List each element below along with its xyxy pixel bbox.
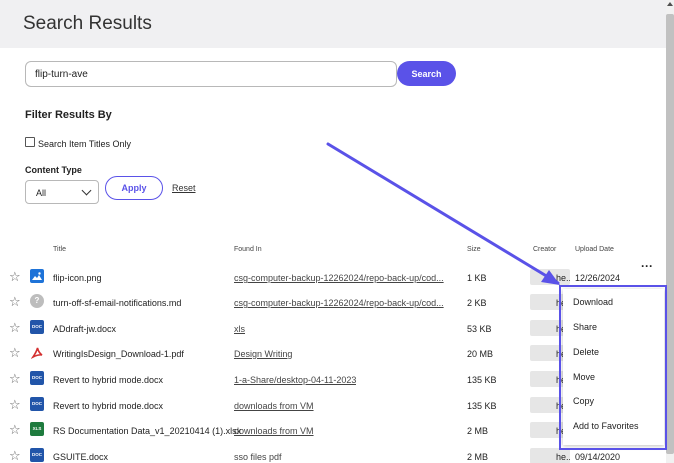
- row-found-in-link[interactable]: 1-a-Share/desktop-04-11-2023: [234, 375, 356, 385]
- word-doc-icon: DOC: [30, 448, 44, 462]
- row-size: 53 KB: [467, 324, 492, 334]
- menu-highlight-box: [559, 285, 667, 450]
- markdown-file-icon: ?: [30, 294, 44, 308]
- column-header-size[interactable]: Size: [467, 246, 481, 253]
- row-title[interactable]: flip-icon.png: [53, 273, 102, 283]
- word-doc-icon: DOC: [30, 397, 44, 411]
- row-size: 2 KB: [467, 298, 487, 308]
- row-found-in-link[interactable]: Design Writing: [234, 349, 292, 359]
- search-input[interactable]: [25, 61, 397, 87]
- star-icon[interactable]: ☆: [9, 270, 21, 283]
- search-button[interactable]: Search: [397, 61, 456, 86]
- column-header-title[interactable]: Title: [53, 246, 66, 253]
- titles-only-label[interactable]: Search Item Titles Only: [38, 139, 131, 149]
- row-size: 135 KB: [467, 401, 497, 411]
- image-file-icon: [30, 269, 44, 283]
- row-title[interactable]: Revert to hybrid mode.docx: [53, 401, 163, 411]
- content-type-select[interactable]: All: [25, 180, 99, 204]
- titles-only-checkbox[interactable]: [25, 137, 35, 147]
- row-title[interactable]: ADdraft-jw.docx: [53, 324, 116, 334]
- star-icon[interactable]: ☆: [9, 321, 21, 334]
- row-creator: he...: [530, 448, 570, 463]
- star-icon[interactable]: ☆: [9, 423, 21, 436]
- row-title[interactable]: turn-off-sf-email-notifications.md: [53, 298, 181, 308]
- page-title: Search Results: [23, 13, 152, 34]
- star-icon[interactable]: ☆: [9, 372, 21, 385]
- content-type-label: Content Type: [25, 165, 82, 175]
- star-icon[interactable]: ☆: [9, 346, 21, 359]
- row-title[interactable]: GSUITE.docx: [53, 452, 108, 462]
- word-doc-icon: DOC: [30, 320, 44, 334]
- row-found-in-link[interactable]: downloads from VM: [234, 426, 314, 436]
- column-header-upload-date[interactable]: Upload Date: [575, 246, 614, 253]
- row-found-in-link[interactable]: sso files pdf: [234, 452, 282, 462]
- row-found-in-link[interactable]: xls: [234, 324, 245, 334]
- word-doc-icon: DOC: [30, 371, 44, 385]
- scrollbar-thumb[interactable]: [666, 14, 674, 454]
- row-title[interactable]: WritingIsDesign_Download-1.pdf: [53, 349, 184, 359]
- row-size: 135 KB: [467, 375, 497, 385]
- row-size: 2 MB: [467, 452, 489, 462]
- row-title[interactable]: RS Documentation Data_v1_20210414 (1).xl…: [53, 426, 241, 436]
- chevron-down-icon: [81, 185, 92, 196]
- scrollbar-track[interactable]: [666, 0, 674, 463]
- excel-file-icon: XLS: [30, 422, 44, 436]
- row-title[interactable]: Revert to hybrid mode.docx: [53, 375, 163, 385]
- star-icon[interactable]: ☆: [9, 449, 21, 462]
- column-header-creator[interactable]: Creator: [533, 246, 556, 253]
- star-icon[interactable]: ☆: [9, 398, 21, 411]
- row-found-in-link[interactable]: csg-computer-backup-12262024/repo-back-u…: [234, 298, 444, 308]
- row-upload-date: 12/26/2024: [575, 273, 621, 283]
- star-icon[interactable]: ☆: [9, 295, 21, 308]
- apply-button[interactable]: Apply: [105, 176, 163, 200]
- filter-heading: Filter Results By: [25, 109, 112, 121]
- row-size: 20 MB: [467, 349, 494, 359]
- scroll-up-arrow-icon[interactable]: [667, 2, 673, 6]
- row-found-in-link[interactable]: csg-computer-backup-12262024/repo-back-u…: [234, 273, 444, 283]
- row-upload-date: 09/14/2020: [575, 452, 621, 462]
- row-found-in-link[interactable]: downloads from VM: [234, 401, 314, 411]
- page-header: Search Results: [0, 0, 666, 48]
- row-size: 1 KB: [467, 273, 487, 283]
- column-header-found-in[interactable]: Found In: [234, 246, 262, 253]
- more-options-icon[interactable]: ···: [641, 260, 653, 272]
- reset-link[interactable]: Reset: [172, 183, 196, 193]
- row-size: 2 MB: [467, 426, 489, 436]
- row-creator: he...: [530, 269, 570, 285]
- pdf-file-icon: [30, 345, 44, 359]
- content-type-value: All: [36, 188, 47, 198]
